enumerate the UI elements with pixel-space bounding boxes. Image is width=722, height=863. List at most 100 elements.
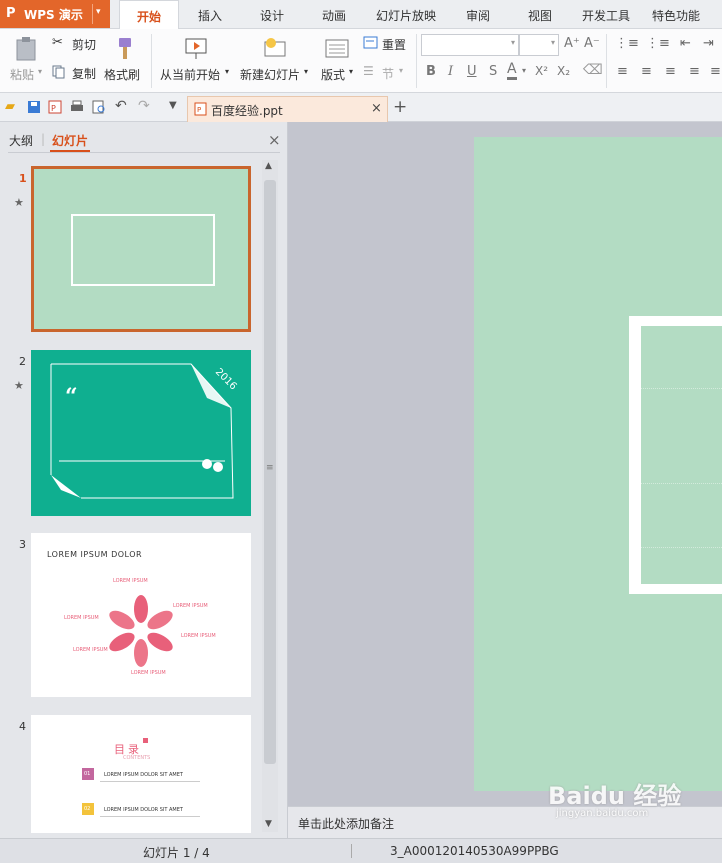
section-button[interactable]: ☰ 节 ▾ [363,64,413,82]
italic-button[interactable]: I [448,64,453,79]
print-icon[interactable] [70,100,84,114]
section-icon: ☰ [363,64,374,78]
diagram-label: LOREM IPSUM [181,633,216,639]
scroll-up-icon[interactable]: ▲ [265,161,272,171]
tab-design[interactable]: 设计 [248,0,296,28]
layout-button[interactable]: 版式 ▾ [319,36,357,86]
chevron-down-icon[interactable]: ▼ [169,100,177,111]
svg-text:P: P [197,106,201,114]
badge: 02 [82,803,94,815]
shadow-button[interactable]: S [489,64,497,79]
decrease-indent-icon[interactable]: ⇤ [680,36,691,51]
diagram-label: LOREM IPSUM [73,647,108,653]
divider [151,34,152,88]
decoration [143,738,148,743]
font-size-select[interactable]: ▾ [519,34,559,56]
chevron-down-icon[interactable]: ▾ [522,66,526,75]
ppt-file-icon: P [194,102,207,116]
chevron-down-icon: ▾ [38,67,43,76]
divider [606,34,607,88]
slide-thumbnail-3[interactable]: LOREM IPSUM DOLOR LOREM IPSUM LOREM IPSU… [31,533,251,697]
tab-slideshow[interactable]: 幻灯片放映 [370,0,442,28]
undo-icon[interactable]: ↶ [115,98,127,114]
divider [351,844,352,858]
paste-label: 粘贴 [10,68,35,82]
slide-thumbnail-1[interactable] [31,166,251,332]
open-folder-icon[interactable]: ▰ [5,99,15,114]
redo-icon[interactable]: ↷ [138,98,150,114]
guide-line [641,388,722,389]
quote-icon: “ [65,384,78,410]
align-left-icon[interactable]: ≡ [617,64,628,79]
tab-view[interactable]: 视图 [516,0,564,28]
print-preview-icon[interactable] [92,100,106,114]
divider: | [41,132,46,146]
current-slide[interactable] [474,137,722,791]
chevron-down-icon: ▾ [510,38,515,47]
slide-number: 3 [19,538,26,551]
save-icon[interactable] [27,100,41,114]
superscript-button[interactable]: X² [535,64,548,78]
template-name: 3_A000120140530A99PPBG [390,844,559,858]
diagram-label: LOREM IPSUM [173,603,208,609]
bold-button[interactable]: B [426,64,436,79]
app-menu-button[interactable]: P WPS 演示 ▾ [0,0,110,28]
tab-animation[interactable]: 动画 [310,0,358,28]
slide-thumbnail-4[interactable]: 目录 CONTENTS 01 LOREM IPSUM DOLOR SIT AME… [31,715,251,833]
section-label: 节 [382,67,395,81]
close-icon[interactable]: × [268,131,281,149]
diagram-label: LOREM IPSUM [113,578,148,584]
slide-number: 2 [19,355,26,368]
underline-button[interactable]: U [467,64,477,79]
align-center-icon[interactable]: ≡ [641,64,652,79]
copy-button[interactable]: 复制 [52,64,98,82]
format-painter-button[interactable]: 格式刷 [103,36,145,86]
increase-font-icon[interactable]: A⁺ [564,36,580,51]
slide-number: 4 [19,720,26,733]
watermark-brand: Baidu 经验 [548,782,682,810]
guide-line [641,547,722,548]
divider [100,781,200,782]
slide-counter: 幻灯片 1 / 4 [143,846,210,860]
align-right-icon[interactable]: ≡ [665,64,676,79]
justify-icon[interactable]: ≡ [689,64,700,79]
scroll-down-icon[interactable]: ▼ [265,819,272,829]
svg-text:P: P [51,104,56,113]
font-color-button[interactable]: A [507,62,517,80]
distribute-icon[interactable]: ≡ [710,64,721,79]
decrease-font-icon[interactable]: A⁻ [584,36,600,51]
font-name-select[interactable]: ▾ [421,34,519,56]
slide-thumbnail-2[interactable]: “ 2016 [31,350,251,516]
reset-button[interactable]: 重置 [363,35,413,53]
plus-icon[interactable]: + [393,97,407,117]
chevron-down-icon: ▾ [349,67,354,76]
tab-special[interactable]: 特色功能 [646,0,706,28]
divider [92,4,93,24]
subscript-button[interactable]: X₂ [557,64,570,78]
from-current-label: 从当前开始 [160,68,221,82]
close-icon[interactable]: × [371,101,382,116]
tab-developer[interactable]: 开发工具 [576,0,636,28]
bullet-list-icon[interactable]: ⋮≡ [615,36,639,51]
numbered-list-icon[interactable]: ⋮≡ [646,36,670,51]
star-icon: ★ [14,379,24,392]
increase-indent-icon[interactable]: ⇥ [703,36,714,51]
new-slide-label: 新建幻灯片 [240,68,301,82]
document-tab[interactable]: P 百度经验.ppt × [187,96,388,122]
tab-start[interactable]: 开始 [119,0,179,30]
tab-insert[interactable]: 插入 [186,0,234,28]
tab-slides[interactable]: 幻灯片 [52,132,88,149]
pdf-icon[interactable]: P [48,100,62,114]
from-current-button[interactable]: 从当前开始 ▾ [160,36,234,86]
text-frame[interactable] [629,316,722,594]
chevron-down-icon[interactable]: ▾ [96,7,101,17]
clear-format-icon[interactable]: ⌫ [583,62,603,78]
new-slide-button[interactable]: 新建幻灯片 ▾ [240,36,312,86]
paste-button[interactable]: 粘贴 ▾ [8,36,44,86]
reset-label: 重置 [382,38,407,52]
text-frame [71,214,215,286]
tab-outline[interactable]: 大纲 [9,132,33,149]
tab-review[interactable]: 审阅 [454,0,502,28]
cut-button[interactable]: ✂ 剪切 [52,35,98,53]
slide-number: 1 [19,172,27,185]
